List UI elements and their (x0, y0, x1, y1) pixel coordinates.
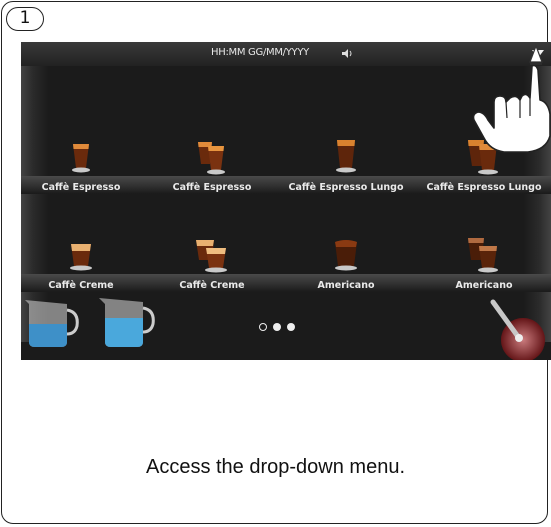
espresso-cup-icon (72, 144, 90, 173)
beverage-button-caffe-espresso[interactable]: Caffè Espresso (21, 138, 141, 193)
beverage-button-caffe-creme[interactable]: Caffè Creme (21, 236, 141, 291)
page-dot-1[interactable] (259, 323, 267, 331)
beverage-label: Caffè Creme (48, 280, 114, 291)
instruction-caption: Access the drop-down menu. (145, 456, 406, 478)
hot-water-jug-icon[interactable] (95, 294, 155, 349)
beverage-label: Americano (455, 280, 513, 291)
beverage-label: Caffè Espresso (41, 182, 121, 193)
beverage-label: Caffè Creme (179, 280, 245, 291)
speaker-icon[interactable] (341, 48, 355, 59)
beverage-label: Caffè Espresso (172, 182, 252, 193)
beverage-label: Caffè Espresso Lungo (288, 182, 404, 193)
creme-cup-icon (70, 244, 92, 271)
milk-jug-icon[interactable] (21, 294, 81, 349)
page-dot-3[interactable] (287, 323, 295, 331)
step-number-badge: 1 (6, 7, 44, 31)
double-creme-cup-icon (196, 240, 227, 273)
espresso-lungo-cup-icon (336, 140, 356, 173)
beverage-label: Caffè Espresso Lungo (426, 182, 542, 193)
pointing-hand-icon (472, 44, 551, 153)
page-dot-2[interactable] (273, 323, 281, 331)
beverage-label: Americano (317, 280, 375, 291)
double-americano-cup-icon (468, 238, 498, 273)
beverage-button-double-caffe-espresso[interactable]: Caffè Espresso (152, 138, 272, 193)
steam-wand-icon[interactable] (479, 298, 549, 360)
beverage-button-caffe-espresso-lungo[interactable]: Caffè Espresso Lungo (286, 138, 406, 193)
americano-cup-icon (335, 240, 357, 271)
double-espresso-cup-icon (198, 142, 225, 175)
page-indicator[interactable] (259, 323, 319, 335)
datetime-display: HH:MM GG/MM/YYYY (211, 47, 309, 58)
beverage-button-double-americano[interactable]: Americano (424, 236, 544, 291)
beverage-button-double-caffe-creme[interactable]: Caffè Creme (152, 236, 272, 291)
beverage-button-americano[interactable]: Americano (286, 236, 406, 291)
